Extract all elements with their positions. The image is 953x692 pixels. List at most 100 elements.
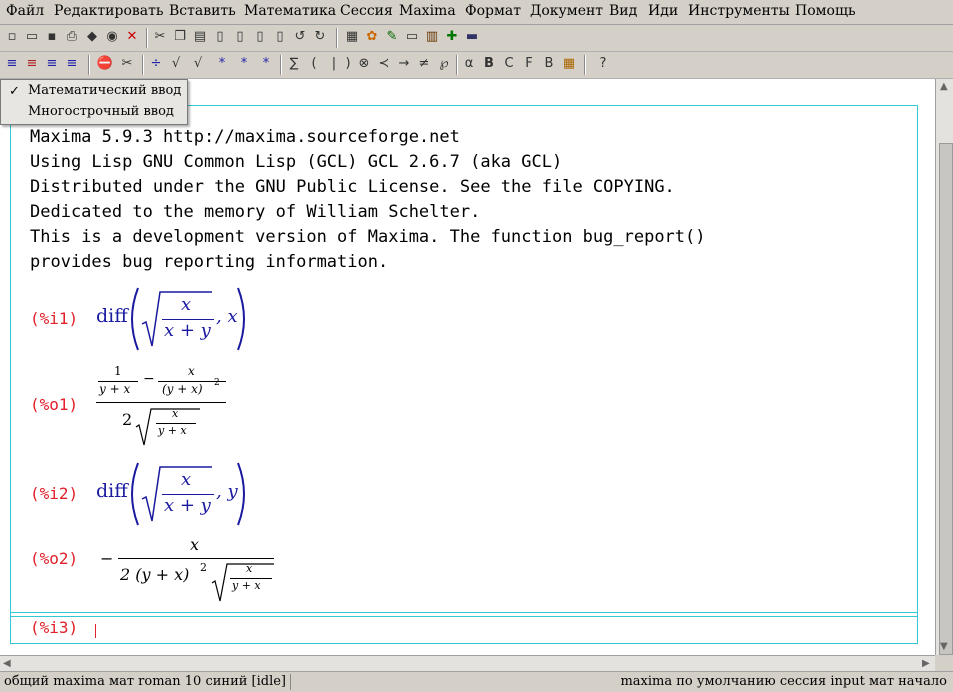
document-canvas[interactable]: Maxima 5.9.3 http://maxima.sourceforge.n… — [0, 79, 935, 655]
input-mode-popup: ✓ Математический ввод Многострочный ввод — [0, 79, 188, 125]
alpha-icon[interactable]: α — [460, 55, 478, 73]
prec-icon[interactable]: ≺ — [375, 55, 393, 73]
popup-item-multiline-input[interactable]: Многострочный ввод — [28, 104, 174, 119]
exponent: 2 — [214, 378, 220, 388]
paste-icon[interactable]: ▤ — [191, 28, 209, 46]
menu-go[interactable]: Иди — [648, 3, 678, 19]
menu-view[interactable]: Вид — [609, 3, 637, 19]
output-prompt-label: (%o1) — [30, 395, 79, 414]
scroll-up-icon[interactable]: ▲ — [940, 81, 948, 92]
network-icon[interactable]: ◉ — [103, 28, 121, 46]
toolbar-separator — [336, 28, 338, 48]
input-prompt-label: (%i3) — [30, 618, 79, 637]
sqrt-icon[interactable]: √ — [167, 55, 185, 73]
spell-icon[interactable]: ▯ — [271, 28, 289, 46]
table-icon[interactable]: ▦ — [343, 28, 361, 46]
preview-icon[interactable]: ◆ — [83, 28, 101, 46]
find-icon[interactable]: ▯ — [211, 28, 229, 46]
blackboard-icon[interactable]: B — [540, 55, 558, 73]
menu-edit[interactable]: Редактировать — [54, 3, 163, 19]
fraktur-icon[interactable]: F — [520, 55, 538, 73]
status-separator — [290, 674, 291, 690]
draw-icon[interactable]: ▭ — [403, 28, 421, 46]
open-icon[interactable]: ▭ — [23, 28, 41, 46]
menu-format[interactable]: Формат — [465, 3, 521, 19]
plugin-icon[interactable]: ✚ — [443, 28, 461, 46]
scroll-right-icon[interactable]: ▶ — [922, 658, 930, 669]
main-fraction-bar — [96, 402, 226, 403]
color-icon[interactable]: ▦ — [560, 55, 578, 73]
denominator: y + x — [158, 424, 187, 437]
image-icon[interactable]: ✿ — [363, 28, 381, 46]
not-equal-icon[interactable]: ≠ — [415, 55, 433, 73]
horizontal-scrollbar[interactable]: ◀ ▶ — [0, 655, 935, 672]
find-replace-icon[interactable]: ▯ — [231, 28, 249, 46]
numerator: x — [188, 364, 195, 378]
banner-line: Distributed under the GNU Public License… — [30, 177, 675, 197]
interrupt-icon[interactable]: ✂ — [118, 55, 136, 73]
sum-icon[interactable]: ∑ — [285, 55, 303, 73]
menu-maxima[interactable]: Maxima — [399, 3, 456, 19]
calligraphic-icon[interactable]: C — [500, 55, 518, 73]
stop-icon[interactable]: ⛔ — [96, 55, 114, 73]
justify-icon[interactable]: ≡ — [63, 55, 81, 73]
menu-tools[interactable]: Инструменты — [688, 3, 790, 19]
fraction-icon[interactable]: ÷ — [147, 55, 165, 73]
undo-icon[interactable]: ↺ — [291, 28, 309, 46]
output-expression: − x 2 (y + x) 2 x y + x — [100, 535, 280, 605]
align-right-icon[interactable]: ≡ — [43, 55, 61, 73]
checkmark-icon: ✓ — [9, 84, 20, 99]
help-icon[interactable]: ? — [594, 55, 612, 73]
denominator: x + y — [164, 320, 211, 341]
menu-file[interactable]: Файл — [6, 3, 44, 19]
redo-icon[interactable]: ↻ — [311, 28, 329, 46]
bold-icon[interactable]: B — [480, 55, 498, 73]
film-icon[interactable]: ▥ — [423, 28, 441, 46]
copy-icon[interactable]: ❐ — [171, 28, 189, 46]
minus-sign: − — [143, 371, 155, 387]
toolbar-separator — [280, 55, 282, 75]
scroll-left-icon[interactable]: ◀ — [3, 658, 11, 669]
input-expression[interactable]: diff x x + y , x — [96, 284, 256, 354]
denominator: y + x — [99, 382, 131, 396]
superscript-icon[interactable]: * — [235, 55, 253, 73]
minus-sign: − — [100, 549, 114, 568]
menu-insert[interactable]: Вставить — [169, 3, 236, 19]
screen-icon[interactable]: ▬ — [463, 28, 481, 46]
toolbar-separator — [146, 28, 148, 48]
popup-item-math-input[interactable]: Математический ввод — [28, 83, 181, 98]
pen-icon[interactable]: ✎ — [383, 28, 401, 46]
leftsub-icon[interactable]: * — [257, 55, 275, 73]
print-icon[interactable]: ⎙ — [63, 28, 81, 46]
align-left-icon[interactable]: ≡ — [3, 55, 21, 73]
input-cell-frame[interactable] — [10, 612, 918, 644]
menu-session[interactable]: Сессия — [340, 3, 393, 19]
new-document-icon[interactable]: ▫ — [3, 28, 21, 46]
find-next-icon[interactable]: ▯ — [251, 28, 269, 46]
scroll-thumb[interactable] — [939, 143, 953, 655]
main-toolbar: ▫ ▭ ▪ ⎙ ◆ ◉ ✕ ✂ ❐ ▤ ▯ ▯ ▯ ▯ ↺ ↻ ▦ ✿ ✎ ▭ … — [0, 25, 953, 52]
menu-document[interactable]: Документ — [530, 3, 603, 19]
scroll-down-icon[interactable]: ▼ — [940, 641, 948, 652]
weierstrass-icon[interactable]: ℘ — [435, 55, 453, 73]
banner-line: Dedicated to the memory of William Schel… — [30, 202, 481, 222]
close-icon[interactable]: ✕ — [123, 28, 141, 46]
input-expression[interactable]: diff x x + y , y — [96, 459, 256, 529]
status-left: общий maxima мат roman 10 синий [idle] — [4, 674, 287, 689]
denominator: (y + x) — [162, 382, 203, 396]
toolbar-separator — [88, 55, 90, 75]
subscript-icon[interactable]: * — [213, 55, 231, 73]
menu-math[interactable]: Математика — [244, 3, 336, 19]
parens-icon[interactable]: ( — [305, 55, 323, 73]
banner-line: Maxima 5.9.3 http://maxima.sourceforge.n… — [30, 127, 460, 147]
vertical-scrollbar[interactable]: ▲ ▼ — [935, 79, 953, 655]
menu-help[interactable]: Помощь — [795, 3, 856, 19]
nroot-icon[interactable]: √ — [189, 55, 207, 73]
save-icon[interactable]: ▪ — [43, 28, 61, 46]
cut-icon[interactable]: ✂ — [151, 28, 169, 46]
numerator: x — [172, 407, 179, 420]
toolbar-separator — [142, 55, 144, 75]
otimes-icon[interactable]: ⊗ — [355, 55, 373, 73]
arrow-icon[interactable]: → — [395, 55, 413, 73]
align-center-icon[interactable]: ≡ — [23, 55, 41, 73]
